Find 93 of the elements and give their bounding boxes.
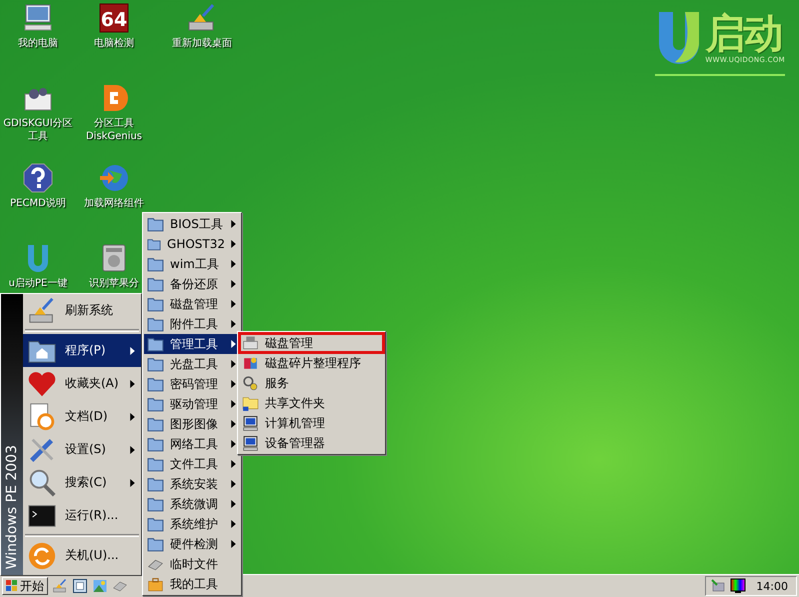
folder-icon [147, 516, 164, 532]
menu-item[interactable]: 磁盘管理 [239, 333, 384, 353]
folder-icon [147, 216, 164, 232]
monitor-icon [242, 434, 259, 452]
start-menu-item[interactable]: 程序(P) [23, 334, 141, 367]
display-icon [730, 578, 746, 594]
menu-item[interactable]: 光盘工具 [144, 354, 240, 374]
start-menu-item[interactable]: 刷新系统 [23, 294, 141, 327]
submenu-arrow-icon [231, 380, 236, 388]
start-menu-item[interactable]: 文档(D) [23, 400, 141, 433]
submenu-arrow-icon [231, 400, 236, 408]
start-menu-item[interactable]: 运行(R)... [23, 499, 141, 532]
menu-item[interactable]: BIOS工具 [144, 214, 240, 234]
monitor-icon [242, 414, 259, 432]
desktop-icon-label[interactable]: GDISKGUI分区工具 [0, 117, 76, 143]
submenu-arrow-icon [231, 360, 236, 368]
submenu-arrow-icon [231, 280, 236, 288]
desktop-icon-label[interactable]: 重新加载桌面 [172, 37, 232, 50]
folder-icon [147, 276, 164, 292]
submenu-arrow-icon [231, 500, 236, 508]
power-icon [27, 540, 57, 570]
submenu-arrow-icon [231, 220, 236, 228]
benchmark-icon: 64 [98, 2, 130, 34]
screen-icon [72, 578, 88, 594]
toolbox-icon [147, 576, 164, 592]
start-menu-item[interactable]: 设置(S) [23, 433, 141, 466]
menu-item[interactable]: 计算机管理 [239, 413, 384, 433]
menu-item[interactable]: 系统维护 [144, 514, 240, 534]
menu-item[interactable]: 网络工具 [144, 434, 240, 454]
start-menu-item[interactable]: 关机(U)... [23, 539, 141, 572]
menu-item[interactable]: 临时文件 [144, 554, 240, 574]
menu-item[interactable]: 管理工具 [144, 334, 240, 354]
shared-folder-icon [242, 394, 259, 412]
disk-tool-icon [242, 334, 259, 352]
desktop-icon-label[interactable]: 识别苹果分 [89, 277, 139, 290]
picture-icon [92, 578, 108, 594]
submenu-arrow-icon [231, 320, 236, 328]
submenu-arrow-icon [231, 420, 236, 428]
network-icon [710, 578, 726, 594]
submenu-arrow-icon [231, 440, 236, 448]
submenu-arrow-icon [231, 480, 236, 488]
folder-icon [147, 256, 164, 272]
start-menu-item[interactable]: 收藏夹(A) [23, 367, 141, 400]
desktop-icon-label[interactable]: 分区工具 DiskGenius [76, 117, 152, 143]
desktop-icon-label[interactable]: 电脑检测 [94, 37, 134, 50]
submenu-arrow-icon [231, 240, 236, 248]
desktop-icon-label[interactable]: 我的电脑 [18, 37, 58, 50]
submenu-arrow-icon [231, 520, 236, 528]
menu-item[interactable]: 附件工具 [144, 314, 240, 334]
start-button[interactable]: 开始 [2, 577, 48, 595]
desktop-icon-label[interactable]: u启动PE一键 [8, 277, 68, 290]
folder-icon [147, 416, 164, 432]
menu-item[interactable]: GHOST32 [144, 234, 240, 254]
menu-item[interactable]: 磁盘管理 [144, 294, 240, 314]
menu-item[interactable]: 驱动管理 [144, 394, 240, 414]
menu-item[interactable]: 备份还原 [144, 274, 240, 294]
folder-icon [147, 336, 164, 352]
folder-icon [147, 376, 164, 392]
menu-item[interactable]: wim工具 [144, 254, 240, 274]
menu-item[interactable]: 系统微调 [144, 494, 240, 514]
submenu-arrow-icon [231, 300, 236, 308]
logo-name: 启动 [705, 12, 782, 56]
menu-item[interactable]: 磁盘碎片整理程序 [239, 353, 384, 373]
folder-icon [147, 496, 164, 512]
menu-item[interactable]: 图形图像 [144, 414, 240, 434]
menu-item[interactable]: 我的工具 [144, 574, 240, 594]
defrag-icon [242, 354, 259, 372]
folder-icon [147, 536, 164, 552]
windows-logo-icon [6, 580, 18, 592]
submenu-arrow-icon [231, 540, 236, 548]
clock: 14:00 [756, 580, 788, 592]
menu-item[interactable]: 硬件检测 [144, 534, 240, 554]
folder-icon [147, 436, 164, 452]
folder-icon [147, 396, 164, 412]
desktop-icon-label[interactable]: 加载网络组件 [84, 197, 144, 210]
globe-icon [98, 162, 130, 194]
folder-icon [147, 296, 164, 312]
menu-item[interactable]: 服务 [239, 373, 384, 393]
menu-item[interactable]: 文件工具 [144, 454, 240, 474]
folder-icon [147, 456, 164, 472]
desktop-icon-label[interactable]: PECMD说明 [10, 197, 66, 210]
search-icon [27, 468, 57, 498]
start-menu-item[interactable]: 搜索(C) [23, 466, 141, 499]
cleaner-icon [52, 578, 68, 594]
submenu-arrow-icon [231, 260, 236, 268]
submenu-arrow-icon [231, 460, 236, 468]
menu-item[interactable]: 密码管理 [144, 374, 240, 394]
menu-item[interactable]: 共享文件夹 [239, 393, 384, 413]
menu-item[interactable]: 系统安装 [144, 474, 240, 494]
help-icon [22, 162, 54, 194]
menu-item[interactable]: 设备管理器 [239, 433, 384, 453]
folder-icon [147, 476, 164, 492]
start-menu-band-text: Windows PE 2003 [4, 444, 20, 569]
